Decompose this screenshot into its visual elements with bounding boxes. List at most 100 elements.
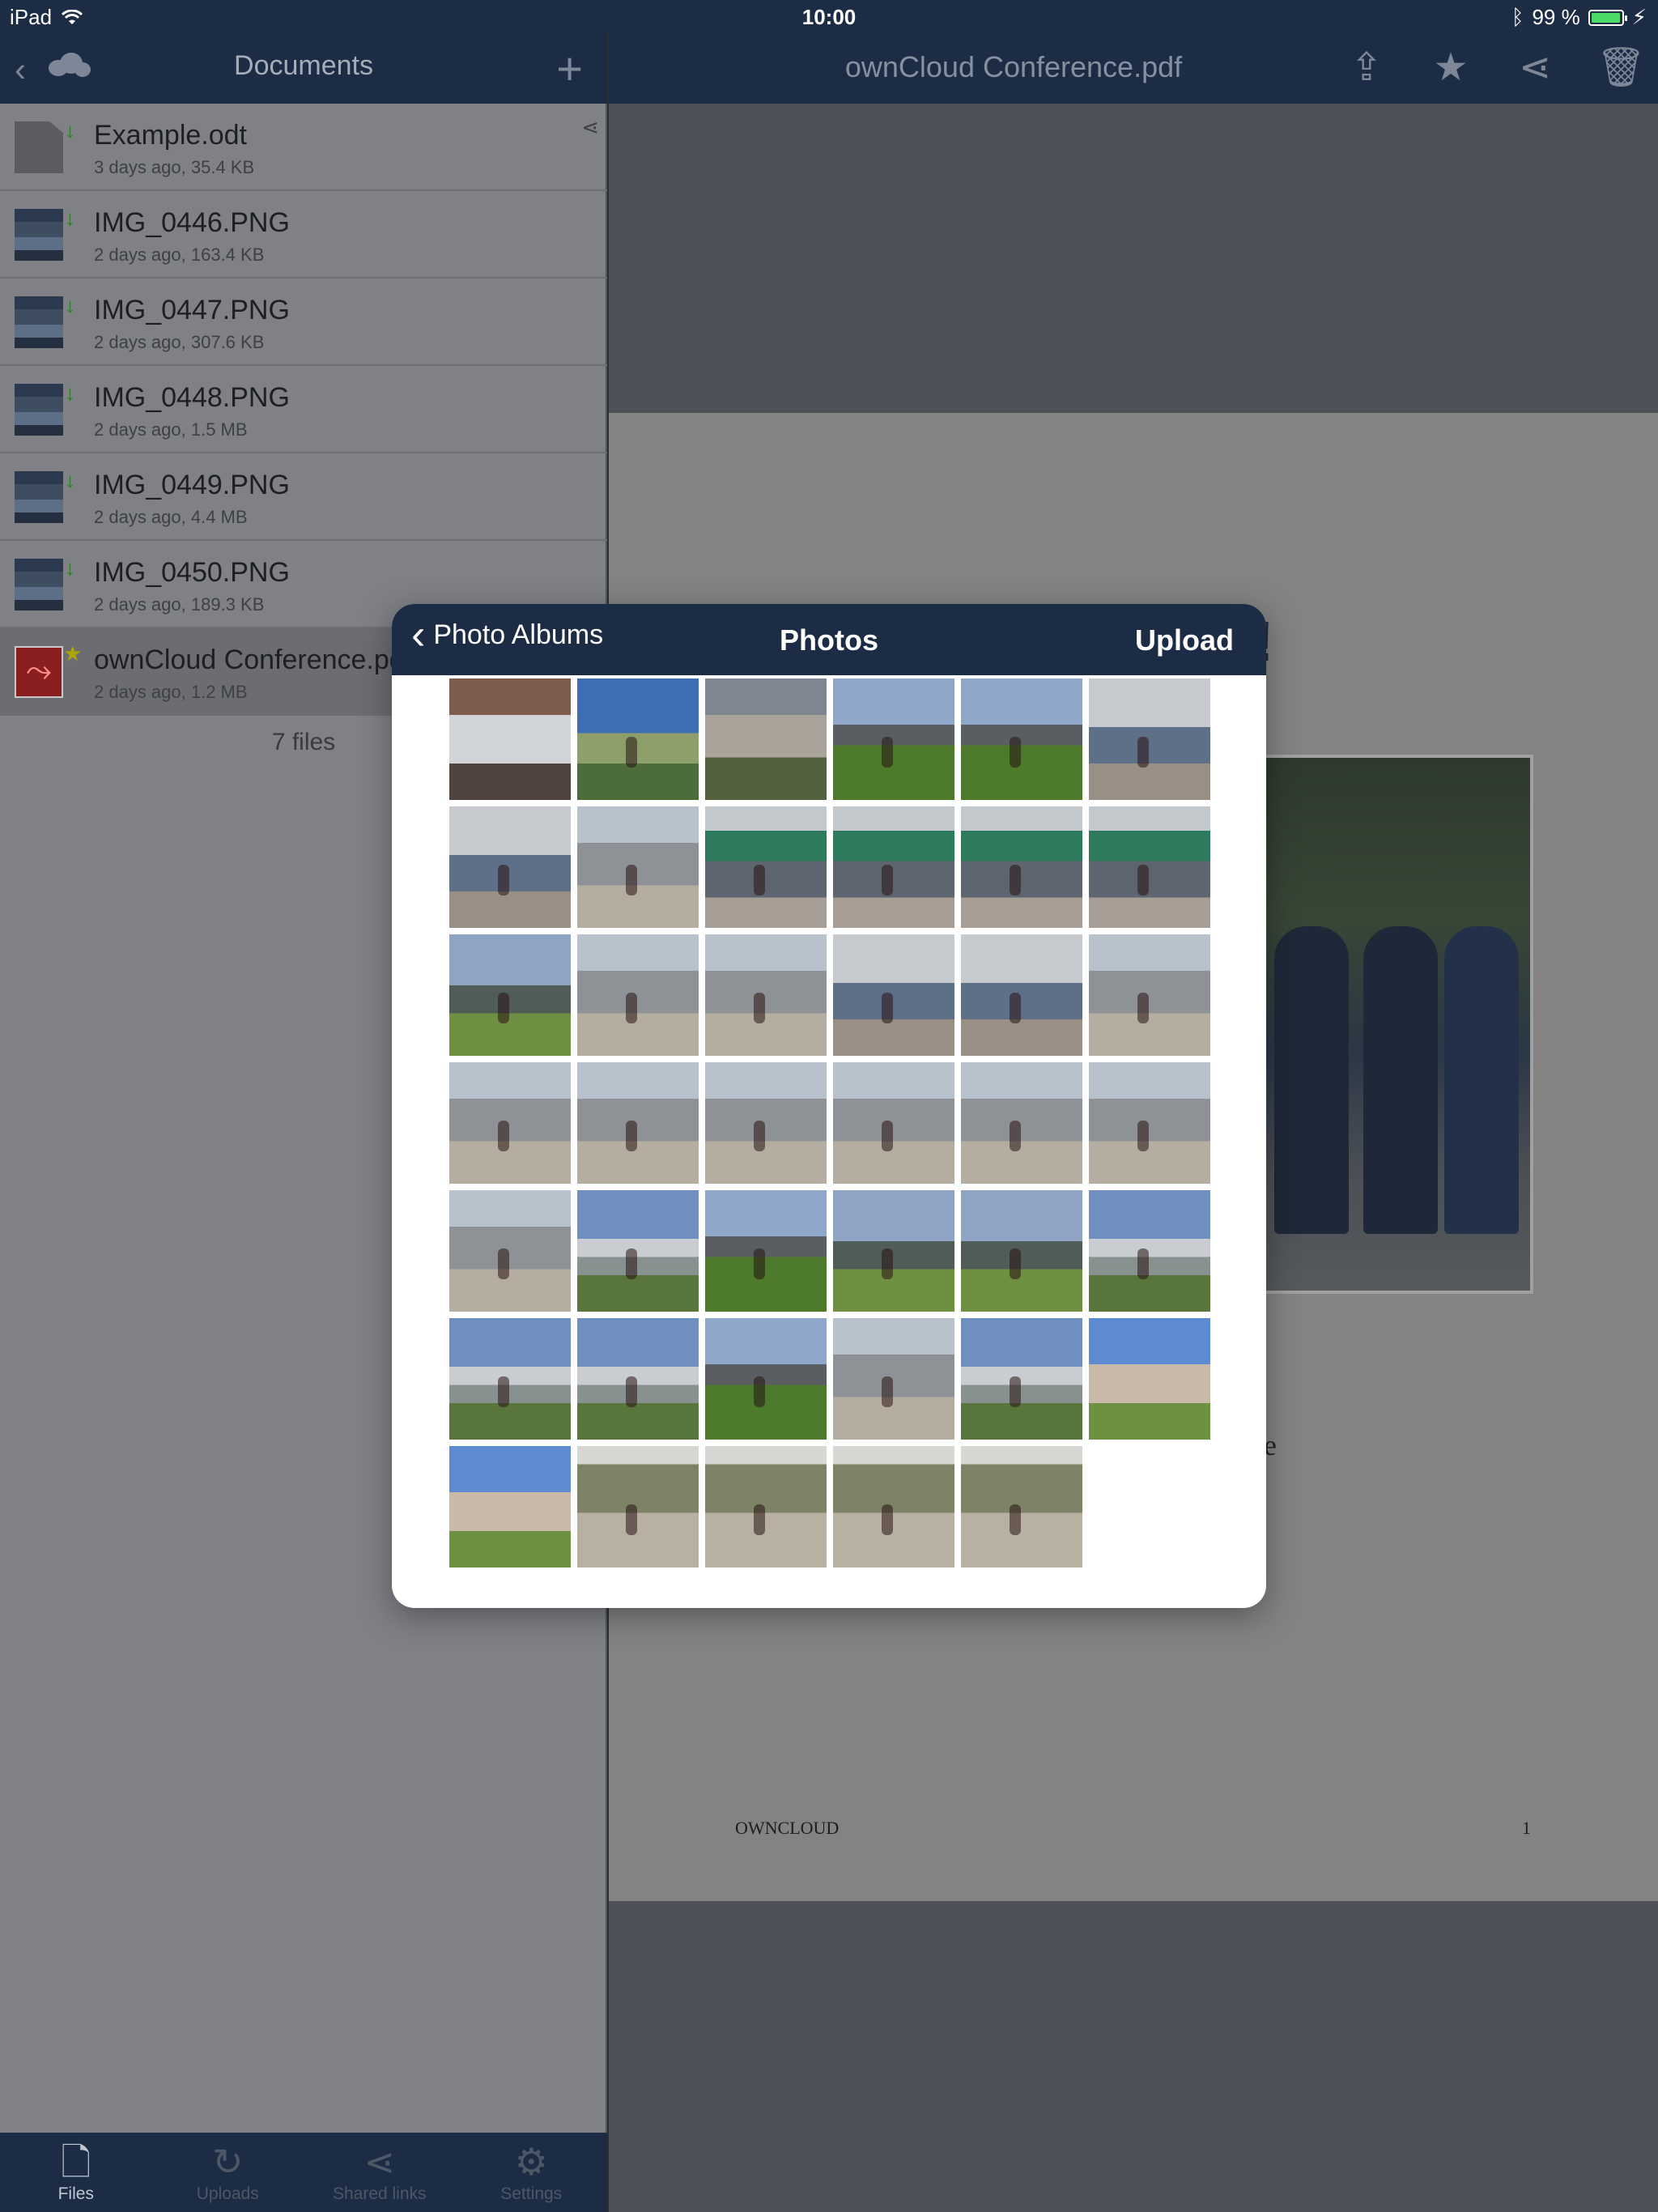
photo-thumbnail[interactable] [577, 678, 699, 800]
tab-bar: 🗋 Files ↻ Uploads ⋖ Shared links ⚙ Setti… [0, 2133, 607, 2212]
photo-thumbnail[interactable] [449, 1062, 571, 1184]
photo-thumbnail[interactable] [577, 1446, 699, 1568]
image-thumbnail [15, 296, 63, 348]
photo-thumbnail[interactable] [449, 934, 571, 1056]
photo-thumbnail[interactable] [449, 1190, 571, 1312]
file-name: IMG_0449.PNG [94, 470, 290, 500]
pdf-photo [1255, 755, 1533, 1294]
battery-percent: 99 % [1532, 5, 1580, 29]
tab-label: Settings [500, 2184, 563, 2203]
photo-thumbnail[interactable] [705, 934, 827, 1056]
photo-thumbnail[interactable] [577, 934, 699, 1056]
file-row[interactable]: ↓ Example.odt 3 days ago, 35.4 KB ⋖ [0, 104, 607, 191]
photo-thumbnail[interactable] [961, 934, 1082, 1056]
trash-icon[interactable]: 🗑 [1596, 45, 1646, 91]
photo-thumbnail[interactable] [833, 1062, 954, 1184]
downloaded-arrow-icon: ↓ [65, 555, 75, 580]
upload-button[interactable]: Upload [1135, 623, 1234, 657]
file-name: IMG_0446.PNG [94, 207, 290, 238]
tab-label: Files [57, 2184, 94, 2203]
image-thumbnail [15, 471, 63, 523]
image-thumbnail [15, 209, 63, 261]
gear-icon: ⚙ [514, 2141, 548, 2183]
photo-thumbnail[interactable] [1089, 806, 1210, 928]
photo-thumbnail[interactable] [961, 678, 1082, 800]
pdf-footer-brand: OWNCLOUD [735, 1818, 840, 1838]
image-thumbnail [15, 559, 63, 610]
tab-label: Shared links [332, 2184, 427, 2203]
file-name: IMG_0448.PNG [94, 382, 290, 413]
photo-thumbnail[interactable] [961, 1190, 1082, 1312]
tab-shared-links[interactable]: ⋖ Shared links [304, 2133, 456, 2212]
photo-thumbnail[interactable] [961, 806, 1082, 928]
clock: 10:00 [801, 5, 857, 29]
downloaded-arrow-icon: ↓ [65, 468, 75, 492]
downloaded-arrow-icon: ↓ [65, 206, 75, 230]
photo-thumbnail[interactable] [449, 806, 571, 928]
favorite-star-icon: ★ [63, 641, 83, 666]
photo-thumbnail[interactable] [705, 806, 827, 928]
shared-icon: ⋖ [581, 115, 599, 139]
share-icon: ⋖ [363, 2141, 396, 2183]
bluetooth-icon: ᛒ [1511, 5, 1524, 29]
popover-nav-bar: ‹ Photo Albums Photos Upload [392, 604, 1266, 675]
photo-thumbnail[interactable] [961, 1318, 1082, 1440]
photo-thumbnail[interactable] [705, 1318, 827, 1440]
photo-thumbnail[interactable] [833, 1190, 954, 1312]
photo-thumbnail[interactable] [1089, 1062, 1210, 1184]
photo-thumbnail[interactable] [961, 1062, 1082, 1184]
file-meta: 2 days ago, 1.5 MB [94, 419, 248, 440]
file-meta: 3 days ago, 35.4 KB [94, 157, 255, 177]
photo-thumbnail[interactable] [449, 1318, 571, 1440]
tab-label: Uploads [196, 2184, 259, 2203]
file-row[interactable]: ↓ IMG_0446.PNG 2 days ago, 163.4 KB [0, 191, 607, 279]
tab-settings[interactable]: ⚙ Settings [456, 2133, 608, 2212]
file-row[interactable]: ↓ IMG_0447.PNG 2 days ago, 307.6 KB [0, 279, 607, 366]
photo-thumbnail[interactable] [705, 1446, 827, 1568]
photo-thumbnail[interactable] [833, 806, 954, 928]
photo-thumbnail[interactable] [577, 1318, 699, 1440]
photo-thumbnail[interactable] [1089, 934, 1210, 1056]
share-icon[interactable]: ⋖ [1512, 45, 1558, 91]
viewer-nav-bar: ownCloud Conference.pdf ⇪ ★ ⋖ 🗑 [609, 32, 1658, 104]
sidebar-title: Documents [234, 50, 373, 81]
add-icon[interactable]: + [556, 42, 583, 95]
star-icon[interactable]: ★ [1428, 45, 1473, 91]
file-meta: 2 days ago, 1.2 MB [94, 682, 248, 702]
file-meta: 2 days ago, 189.3 KB [94, 594, 265, 615]
pdf-icon: ⤳ [15, 646, 63, 698]
photo-thumbnail[interactable] [1089, 678, 1210, 800]
downloaded-arrow-icon: ↓ [65, 381, 75, 405]
document-icon [15, 121, 63, 173]
downloaded-arrow-icon: ↓ [65, 118, 75, 143]
photo-grid [449, 678, 1210, 1568]
charging-icon: ⚡ [1631, 5, 1647, 29]
photo-thumbnail[interactable] [833, 1446, 954, 1568]
file-row[interactable]: ↓ IMG_0449.PNG 2 days ago, 4.4 MB [0, 453, 607, 541]
photo-thumbnail[interactable] [833, 934, 954, 1056]
file-icon: 🗋 [61, 2141, 91, 2183]
file-meta: 2 days ago, 4.4 MB [94, 507, 248, 527]
photo-thumbnail[interactable] [577, 1062, 699, 1184]
file-name: IMG_0447.PNG [94, 295, 290, 325]
photo-thumbnail[interactable] [705, 1062, 827, 1184]
photo-thumbnail[interactable] [577, 1190, 699, 1312]
share-out-icon[interactable]: ⇪ [1344, 45, 1389, 91]
file-row[interactable]: ↓ IMG_0448.PNG 2 days ago, 1.5 MB [0, 366, 607, 453]
photo-thumbnail[interactable] [705, 678, 827, 800]
file-meta: 2 days ago, 307.6 KB [94, 332, 265, 352]
photo-thumbnail[interactable] [1089, 1190, 1210, 1312]
file-name: Example.odt [94, 120, 247, 151]
sidebar-nav-bar: ‹ Documents + [0, 32, 607, 104]
photo-thumbnail[interactable] [577, 806, 699, 928]
photo-thumbnail[interactable] [705, 1190, 827, 1312]
photo-thumbnail[interactable] [833, 1318, 954, 1440]
file-name: ownCloud Conference.pdf [94, 644, 413, 675]
photo-thumbnail[interactable] [1089, 1318, 1210, 1440]
photo-thumbnail[interactable] [961, 1446, 1082, 1568]
tab-uploads[interactable]: ↻ Uploads [152, 2133, 304, 2212]
tab-files[interactable]: 🗋 Files [0, 2133, 152, 2212]
photo-thumbnail[interactable] [449, 678, 571, 800]
photo-thumbnail[interactable] [449, 1446, 571, 1568]
photo-thumbnail[interactable] [833, 678, 954, 800]
